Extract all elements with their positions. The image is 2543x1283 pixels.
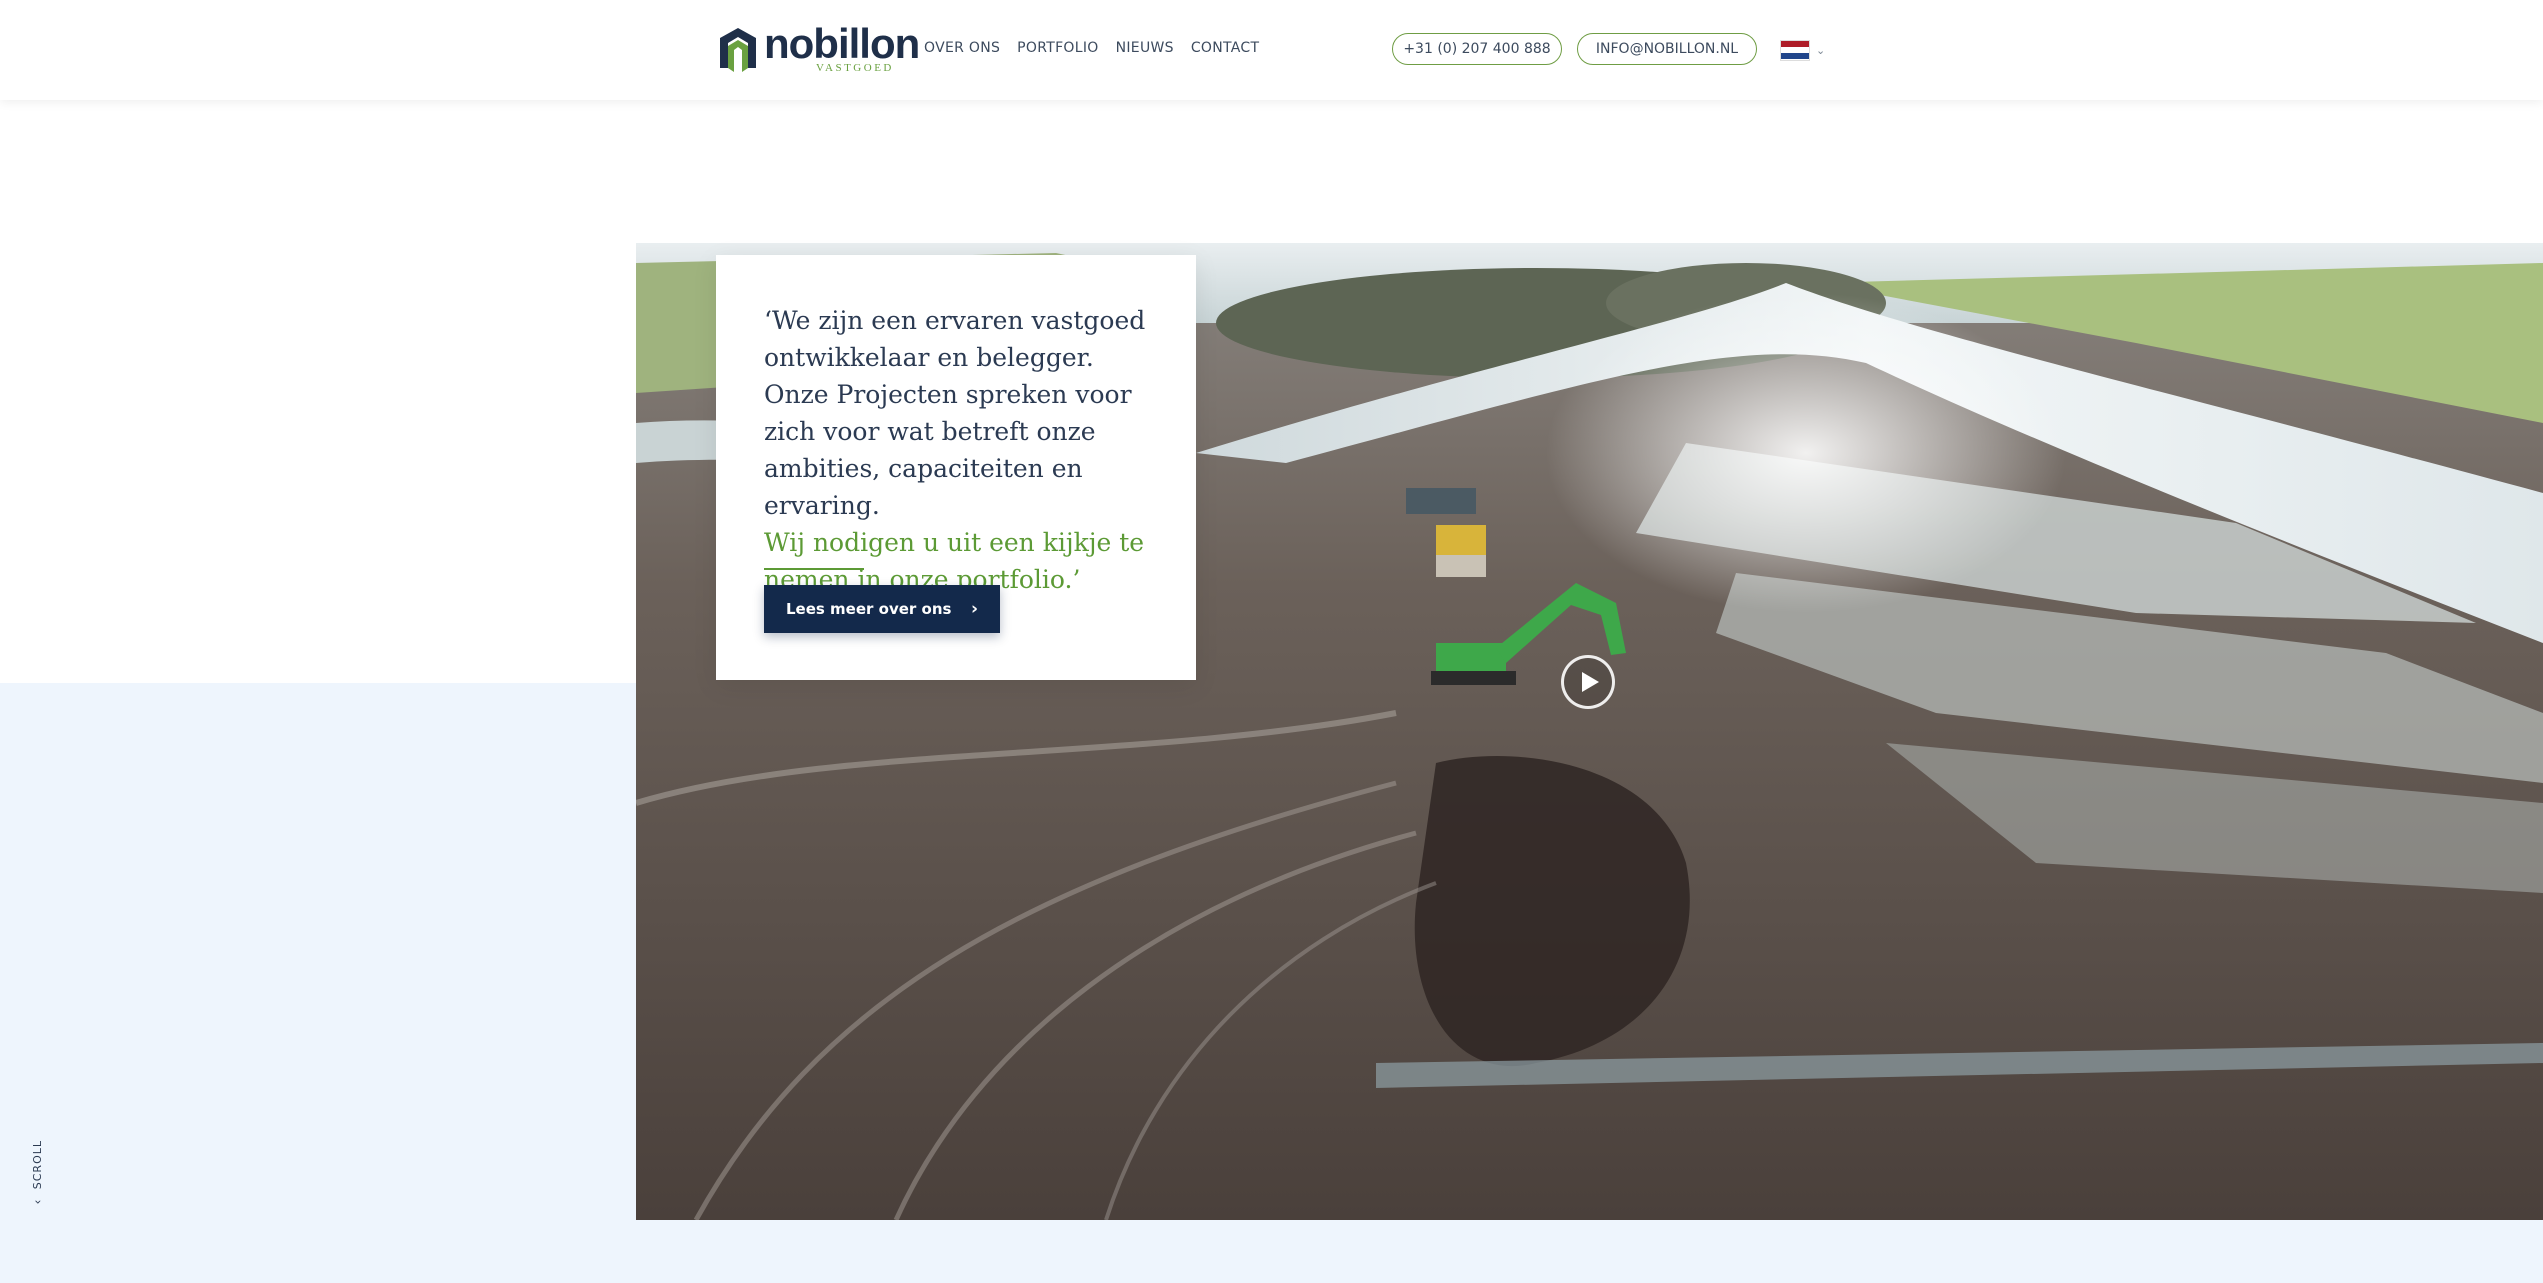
logo-tagline: VASTGOED <box>816 62 894 74</box>
nav-item-nieuws[interactable]: NIEUWS <box>1116 40 1174 56</box>
chevron-right-icon: › <box>970 599 978 619</box>
logo-mark-icon <box>720 28 756 72</box>
scroll-indicator[interactable]: SCROLL ‹ <box>22 1140 52 1205</box>
read-more-about-us-button[interactable]: Lees meer over ons › <box>764 585 1000 633</box>
nav-item-portfolio[interactable]: PORTFOLIO <box>1017 40 1098 56</box>
nav-item-contact[interactable]: CONTACT <box>1191 40 1260 56</box>
arrow-down-icon: ‹ <box>30 1199 44 1205</box>
netherlands-flag-icon <box>1780 39 1810 61</box>
logo-wordmark: nobillon <box>764 20 920 67</box>
site-header: nobillon VASTGOED OVER ONS PORTFOLIO NIE… <box>0 0 2543 100</box>
nobillon-logo[interactable]: nobillon VASTGOED <box>716 20 920 76</box>
nav-item-over-ons[interactable]: OVER ONS <box>924 40 1000 56</box>
chevron-down-icon: ⌄ <box>1816 43 1826 57</box>
intro-quote: ‘We zijn een ervaren vastgoed ontwikkela… <box>764 302 1164 598</box>
quote-divider <box>764 568 864 570</box>
scroll-label: SCROLL <box>30 1140 44 1190</box>
main-nav: OVER ONS PORTFOLIO NIEUWS CONTACT <box>924 40 1259 56</box>
language-selector[interactable]: ⌄ <box>1780 38 1830 62</box>
intro-card: ‘We zijn een ervaren vastgoed ontwikkela… <box>716 255 1196 680</box>
phone-button[interactable]: +31 (0) 207 400 888 <box>1392 33 1562 65</box>
play-button[interactable] <box>1561 655 1615 709</box>
quote-main-text: ‘We zijn een ervaren vastgoed ontwikkela… <box>764 306 1146 520</box>
read-more-label: Lees meer over ons <box>786 600 952 618</box>
play-icon <box>1582 672 1599 692</box>
email-button[interactable]: INFO@NOBILLON.NL <box>1577 33 1757 65</box>
